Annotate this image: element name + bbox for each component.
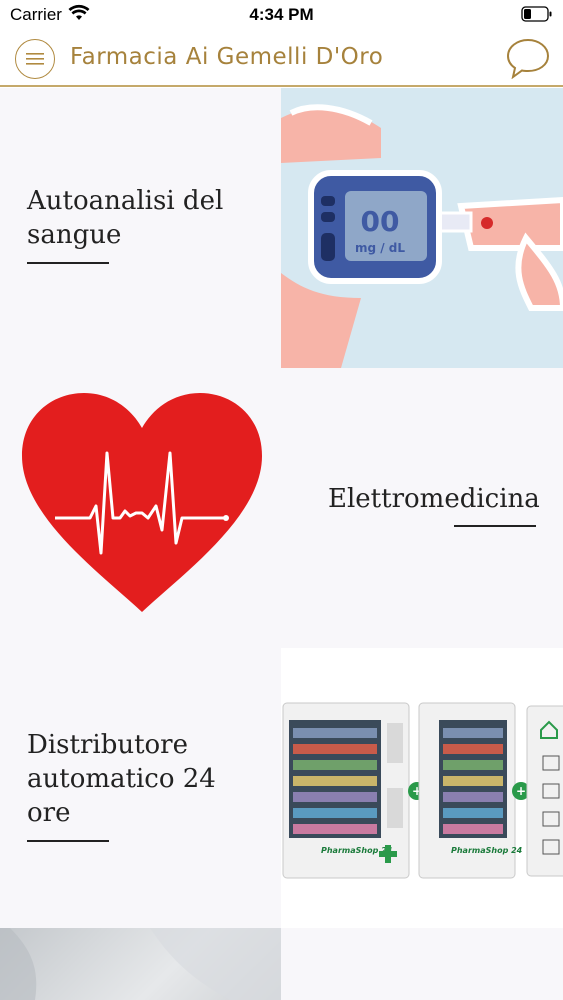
heart-ecg-image[interactable] [0, 368, 281, 648]
page-title: Farmacia Ai Gemelli D'Oro [70, 44, 384, 70]
category-text-cell[interactable] [281, 928, 563, 1000]
category-label: Autoanalisi del sangue [27, 186, 224, 250]
category-text-cell[interactable]: Distributore automatico 24 ore [0, 648, 281, 928]
vending-machine-photo: PharmaShop 24 + PharmaShop 24 + [281, 648, 563, 928]
pharmacist-image[interactable] [0, 928, 281, 1000]
menu-icon [26, 53, 44, 65]
menu-button[interactable] [15, 39, 55, 79]
heart-ecg-illustration [22, 393, 262, 612]
brand-label: PharmaShop 24 [451, 846, 523, 855]
clock: 4:34 PM [249, 5, 314, 24]
category-underline [454, 525, 536, 527]
category-text-cell[interactable]: Autoanalisi del sangue [0, 88, 281, 368]
app-header: Farmacia Ai Gemelli D'Oro [0, 32, 563, 87]
vending-machine-image[interactable]: PharmaShop 24 + PharmaShop 24 + [281, 648, 563, 928]
category-underline [27, 262, 109, 264]
svg-text:mg / dL: mg / dL [355, 241, 405, 255]
category-row[interactable] [0, 928, 563, 1000]
category-row[interactable]: Autoanalisi del sangue 00 mg / dL [0, 88, 563, 368]
pharmacist-photo [0, 928, 281, 1000]
chat-bubble-icon[interactable] [506, 37, 550, 79]
battery-icon [521, 6, 552, 22]
glucose-meter-illustration: 00 mg / dL [281, 88, 563, 368]
category-text-cell[interactable]: Elettromedicina [281, 368, 563, 648]
status-bar: Carrier 4:34 PM [0, 0, 563, 30]
category-row[interactable]: Elettromedicina [0, 368, 563, 648]
category-label: Distributore automatico 24 ore [27, 730, 216, 828]
category-underline [27, 840, 109, 842]
category-label: Elettromedicina [328, 484, 540, 514]
svg-text:00: 00 [361, 205, 400, 238]
category-row[interactable]: Distributore automatico 24 ore PharmaSho… [0, 648, 563, 928]
glucose-meter-image[interactable]: 00 mg / dL [281, 88, 563, 368]
svg-text:+: + [516, 784, 526, 798]
